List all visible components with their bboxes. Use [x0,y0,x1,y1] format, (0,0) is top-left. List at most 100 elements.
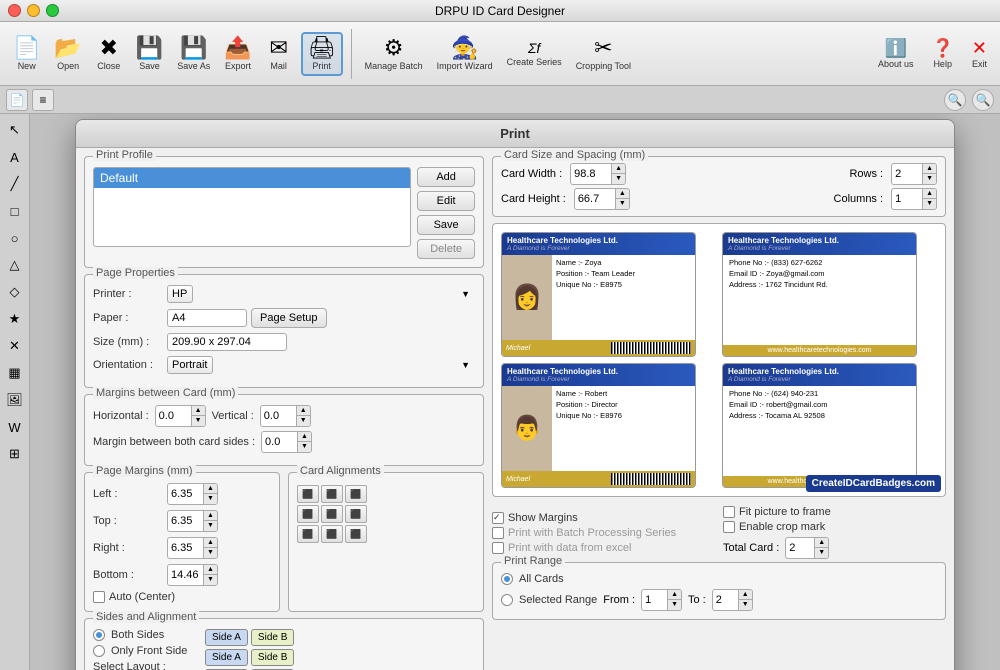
sidebar-ellipse-tool[interactable]: ○ [3,226,27,250]
to-input[interactable] [713,593,738,607]
from-spin[interactable]: ▲▼ [641,589,682,611]
front-only-radio[interactable] [93,645,105,657]
top-up[interactable]: ▲ [204,511,217,521]
right-margin-input[interactable] [168,541,203,555]
maximize-window-button[interactable] [46,4,59,17]
align-bl[interactable]: ⬛ [297,525,319,543]
exit-button[interactable]: ✕ Exit [967,36,992,72]
auto-center-checkbox[interactable] [93,591,105,603]
paper-input[interactable] [167,309,247,327]
height-down[interactable]: ▼ [616,199,629,209]
sidebar-diamond-tool[interactable]: ◇ [3,280,27,304]
from-input[interactable] [642,593,667,607]
total-down[interactable]: ▼ [815,548,828,558]
horizontal-down[interactable]: ▼ [192,416,205,426]
orientation-select[interactable]: Portrait [167,356,213,374]
card-width-input[interactable] [571,167,611,181]
card-height-spin[interactable]: ▲▼ [574,188,630,210]
horizontal-spin[interactable]: ▲ ▼ [155,405,206,427]
manage-batch-tool[interactable]: ⚙ Manage Batch [360,34,428,74]
columns-input[interactable] [892,192,922,206]
left-margin-spin[interactable]: ▲▼ [167,483,218,505]
width-down[interactable]: ▼ [612,174,625,184]
close-tool[interactable]: ✖ Close [91,34,127,74]
enable-crop-checkbox[interactable] [723,521,735,533]
save-tool[interactable]: 💾 Save [131,34,168,74]
mail-tool[interactable]: ✉ Mail [261,34,297,74]
selected-range-radio[interactable] [501,594,513,606]
from-down[interactable]: ▼ [668,600,681,610]
about-us-button[interactable]: ℹ️ About us [873,36,919,72]
save-profile-button[interactable]: Save [417,215,475,235]
printer-select[interactable]: HP [167,285,193,303]
total-card-spin[interactable]: ▲▼ [785,537,829,559]
align-tr[interactable]: ⬛ [345,485,367,503]
to-down[interactable]: ▼ [739,600,752,610]
side-b-btn-1[interactable]: Side B [251,629,294,646]
vertical-input[interactable] [261,409,296,423]
doc-icon-btn[interactable]: 📄 [6,89,28,111]
cols-down[interactable]: ▼ [923,199,936,209]
align-mr[interactable]: ⬛ [345,505,367,523]
left-up[interactable]: ▲ [204,484,217,494]
print-tool[interactable]: 🖨 Print [301,32,343,76]
close-window-button[interactable] [8,4,21,17]
align-br[interactable]: ⬛ [345,525,367,543]
right-down[interactable]: ▼ [204,548,217,558]
align-mc[interactable]: ⬛ [321,505,343,523]
align-tl[interactable]: ⬛ [297,485,319,503]
fit-picture-checkbox[interactable] [723,506,735,518]
bottom-up[interactable]: ▲ [204,565,217,575]
rows-input[interactable] [892,167,922,181]
height-up[interactable]: ▲ [616,189,629,199]
vertical-spin[interactable]: ▲ ▼ [260,405,311,427]
sidebar-pointer-tool[interactable]: ↖ [3,118,27,142]
all-cards-radio[interactable] [501,573,513,585]
side-b-btn-2[interactable]: Side B [251,649,294,666]
total-card-input[interactable] [786,541,814,555]
card-height-input[interactable] [575,192,615,206]
create-series-tool[interactable]: Σf Create Series [502,38,567,70]
align-bc[interactable]: ⬛ [321,525,343,543]
sidebar-image-tool[interactable]: 🖼 [3,388,27,412]
add-profile-button[interactable]: Add [417,167,475,187]
sidebar-barcode-tool[interactable]: ▦ [3,361,27,385]
size-input[interactable] [167,333,287,351]
zoom-out-button[interactable]: 🔍 [972,89,994,111]
card-width-spin[interactable]: ▲▼ [570,163,626,185]
sidebar-wordart-tool[interactable]: W [3,415,27,439]
vertical-down[interactable]: ▼ [297,416,310,426]
bottom-down[interactable]: ▼ [204,575,217,585]
zoom-in-button[interactable]: 🔍 [944,89,966,111]
rows-down[interactable]: ▼ [923,174,936,184]
bottom-margin-spin[interactable]: ▲▼ [167,564,218,586]
top-margin-spin[interactable]: ▲▼ [167,510,218,532]
sidebar-line-tool[interactable]: ╱ [3,172,27,196]
profile-list[interactable]: Default [93,167,411,247]
from-up[interactable]: ▲ [668,590,681,600]
between-sides-spin[interactable]: ▲ ▼ [261,431,312,453]
delete-profile-button[interactable]: Delete [417,239,475,259]
columns-spin[interactable]: ▲▼ [891,188,937,210]
page-setup-button[interactable]: Page Setup [251,308,327,328]
sidebar-rect-tool[interactable]: □ [3,199,27,223]
vertical-up[interactable]: ▲ [297,406,310,416]
edit-profile-button[interactable]: Edit [417,191,475,211]
side-a-btn-2[interactable]: Side A [205,649,248,666]
horizontal-up[interactable]: ▲ [192,406,205,416]
profile-item-default[interactable]: Default [94,168,410,188]
cols-up[interactable]: ▲ [923,189,936,199]
sidebar-star-tool[interactable]: ★ [3,307,27,331]
bottom-margin-input[interactable] [168,568,203,582]
sidebar-bottom-btn[interactable]: ⊞ [3,442,27,466]
list-icon-btn[interactable]: ≡ [32,89,54,111]
top-down[interactable]: ▼ [204,521,217,531]
print-excel-checkbox[interactable] [492,542,504,554]
export-tool[interactable]: 📤 Export [219,34,256,74]
right-margin-spin[interactable]: ▲▼ [167,537,218,559]
to-up[interactable]: ▲ [739,590,752,600]
between-sides-down[interactable]: ▼ [298,442,311,452]
show-margins-checkbox[interactable] [492,512,504,524]
top-margin-input[interactable] [168,514,203,528]
total-up[interactable]: ▲ [815,538,828,548]
